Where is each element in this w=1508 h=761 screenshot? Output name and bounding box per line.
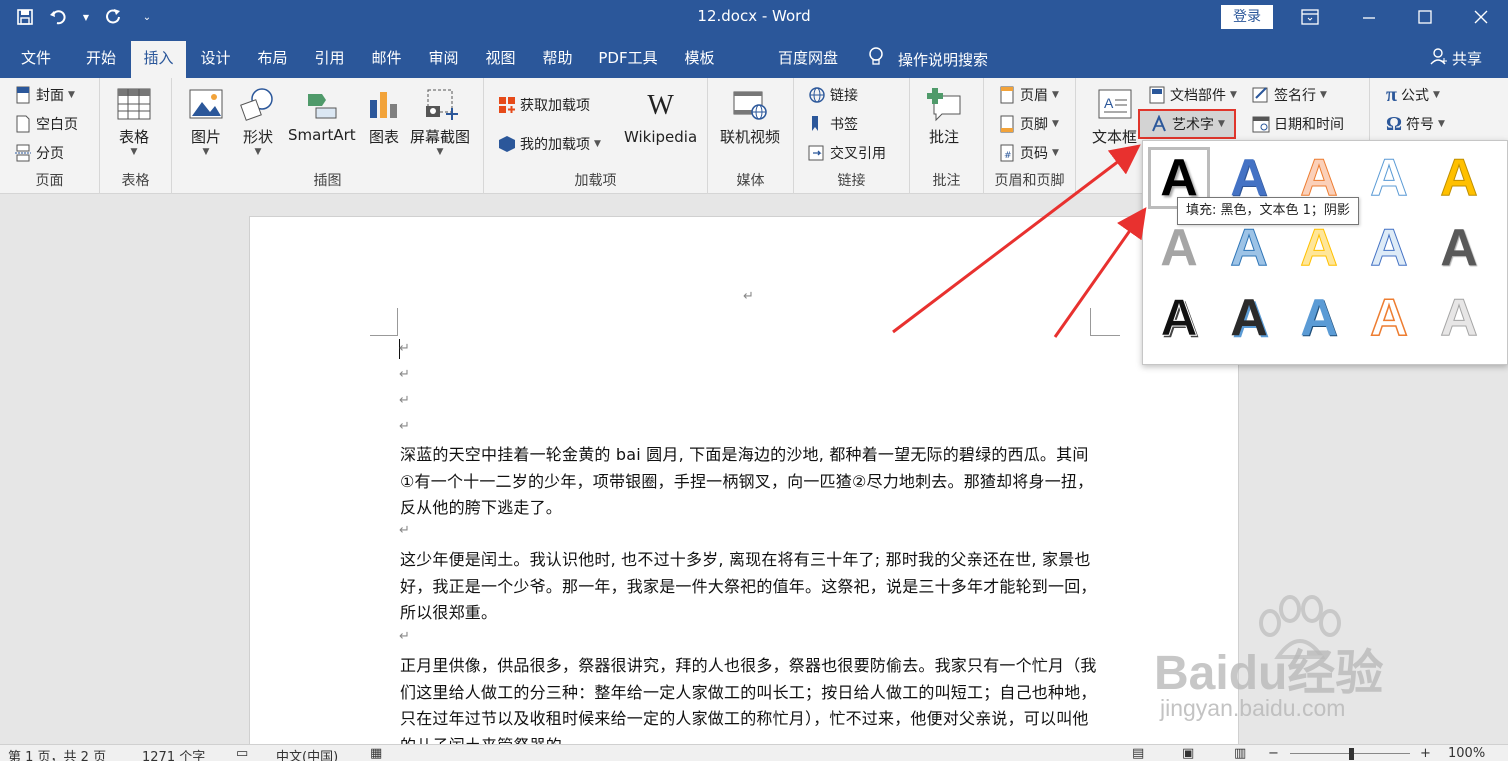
status-bar: 第 1 页，共 2 页 1271 个字 ▭ 中文(中国) ▦ ▤ ▣ ▥ − +… [0, 744, 1508, 761]
zoom-slider-thumb[interactable] [1349, 748, 1354, 760]
page-count[interactable]: 第 1 页，共 2 页 [8, 746, 106, 761]
watermark-url: jingyan.baidu.com [1160, 695, 1346, 721]
baidu-watermark: Baidu经验 jingyan.baidu.com [1150, 595, 1450, 735]
zoom-level[interactable]: 100% [1448, 746, 1485, 761]
word-count[interactable]: 1271 个字 [142, 746, 205, 761]
read-mode-icon[interactable]: ▤ [1132, 746, 1144, 761]
macro-icon[interactable]: ▦ [370, 746, 382, 761]
zoom-out-icon[interactable]: − [1268, 746, 1279, 761]
arrow-to-wordart-style [1053, 207, 1147, 338]
watermark-brand: Baidu经验 [1154, 647, 1384, 700]
print-layout-icon[interactable]: ▣ [1182, 746, 1194, 761]
language[interactable]: 中文(中国) [276, 746, 338, 761]
arrow-to-wordart-button [892, 144, 1141, 334]
proofing-icon[interactable]: ▭ [236, 746, 248, 761]
zoom-in-icon[interactable]: + [1420, 746, 1431, 761]
web-layout-icon[interactable]: ▥ [1234, 746, 1246, 761]
